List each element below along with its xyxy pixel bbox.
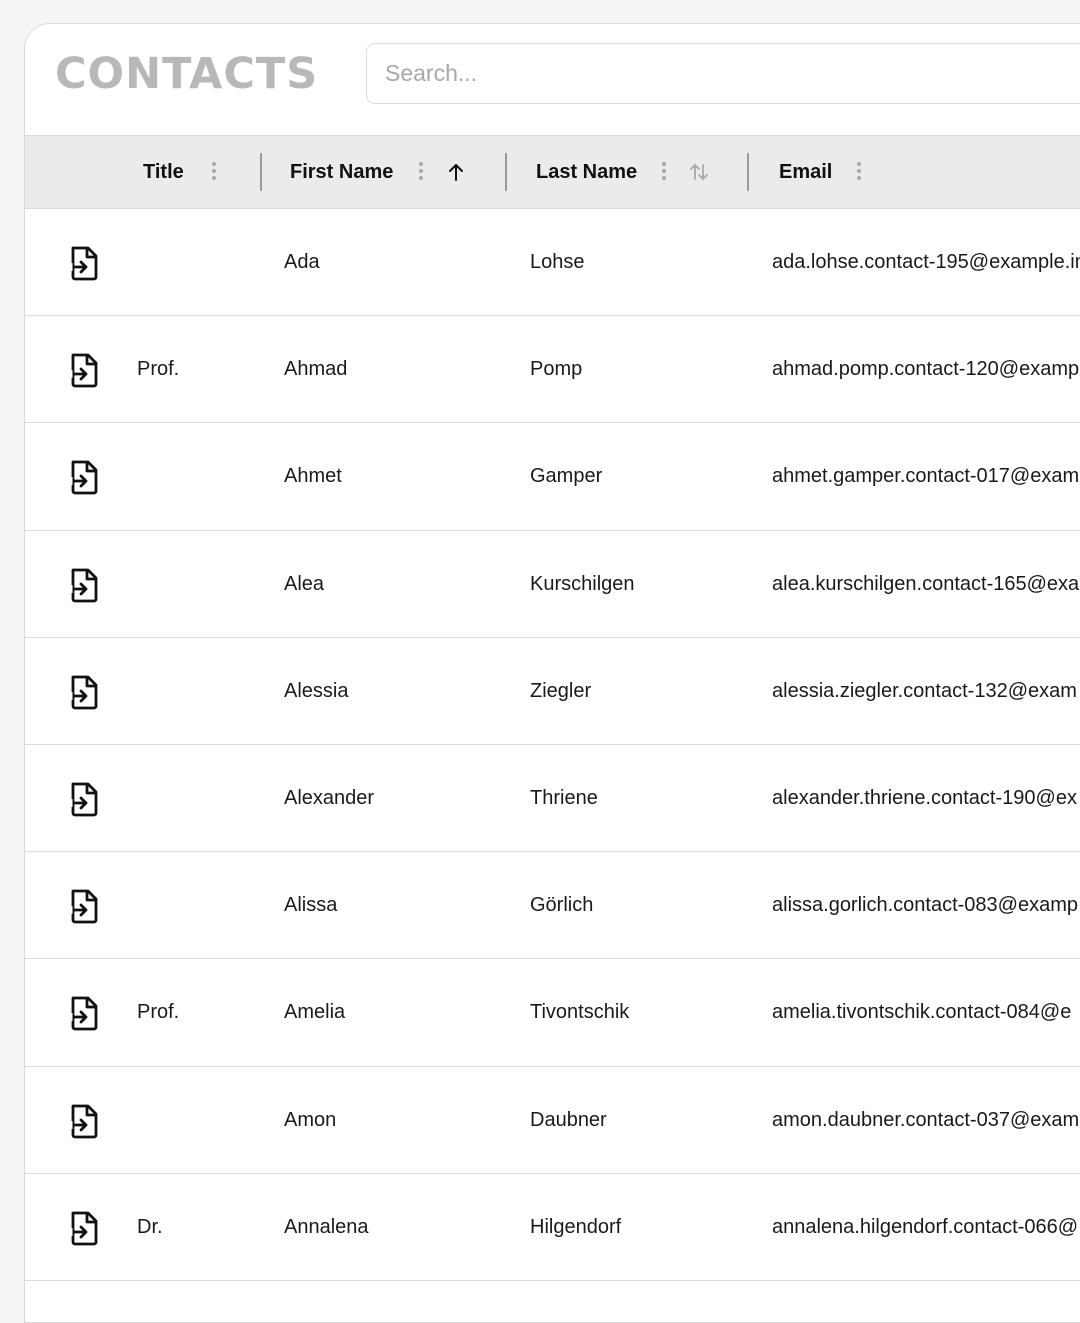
cell-title: Prof. <box>137 1001 180 1024</box>
cell-email: ahmad.pomp.contact-120@examp <box>772 358 1080 381</box>
table-row[interactable]: Prof. Amelia Tivontschik amelia.tivontsc… <box>25 959 1080 1067</box>
cell-title: Dr. <box>137 1215 163 1238</box>
file-export-icon[interactable] <box>67 352 101 388</box>
table-header: Title First Name Last Name Email <box>25 135 1080 209</box>
cell-last-name: Lohse <box>530 251 585 273</box>
column-header-last-name[interactable]: Last Name <box>536 136 637 208</box>
table-row[interactable]: Prof. Ahmad Pomp ahmad.pomp.contact-120@… <box>25 316 1080 424</box>
table-row[interactable]: Alexander Thriene alexander.thriene.cont… <box>25 744 1080 853</box>
cell-first-name: Alexander <box>284 786 375 809</box>
cell-first-name: Ada <box>284 251 320 273</box>
column-header-label: Title <box>143 160 184 183</box>
cell-first-name: Alea <box>284 572 325 595</box>
column-header-email[interactable]: Email <box>779 136 832 208</box>
column-resize-handle[interactable] <box>260 153 262 191</box>
file-export-icon[interactable] <box>67 245 101 281</box>
cell-first-name: Alessia <box>284 679 349 702</box>
column-header-label: First Name <box>290 160 394 183</box>
cell-email: amon.daubner.contact-037@exam <box>772 1108 1080 1131</box>
cell-last-name: Thriene <box>530 786 598 809</box>
file-export-icon[interactable] <box>67 888 101 924</box>
cell-title: Prof. <box>137 358 180 381</box>
table-row[interactable]: Alea Kurschilgen alea.kurschilgen.contac… <box>25 530 1080 638</box>
column-header-first-name[interactable]: First Name <box>290 136 393 208</box>
table-row[interactable]: Alissa Görlich alissa.gorlich.contact-08… <box>25 852 1080 960</box>
file-export-icon[interactable] <box>67 1210 101 1246</box>
file-export-icon[interactable] <box>67 459 101 495</box>
cell-last-name: Tivontschik <box>530 1001 630 1024</box>
cell-first-name: Ahmet <box>284 465 342 488</box>
table-row[interactable]: Ada Lohse ada.lohse.contact-195@example.… <box>25 209 1080 317</box>
table-row[interactable]: Dr. Annalena Hilgendorf annalena.hilgend… <box>25 1173 1080 1281</box>
cell-email: ada.lohse.contact-195@example.in <box>772 251 1080 273</box>
search-input[interactable] <box>366 43 1080 104</box>
cell-first-name: Ahmad <box>284 358 348 381</box>
column-resize-handle[interactable] <box>505 153 507 191</box>
cell-first-name: Amon <box>284 1108 337 1131</box>
file-export-icon[interactable] <box>67 781 101 817</box>
cell-last-name: Gamper <box>530 465 603 488</box>
sort-arrows-icon[interactable] <box>687 160 711 184</box>
cell-first-name: Amelia <box>284 1001 346 1024</box>
table-body: Ada Lohse ada.lohse.contact-195@example.… <box>25 209 1080 1281</box>
arrow-up-icon[interactable] <box>444 160 468 184</box>
file-export-icon[interactable] <box>67 567 101 603</box>
cell-email: ahmet.gamper.contact-017@exam <box>772 465 1080 488</box>
table-row[interactable]: Ahmet Gamper ahmet.gamper.contact-017@ex… <box>25 423 1080 531</box>
cell-email: alessia.ziegler.contact-132@exam <box>772 679 1077 702</box>
cell-first-name: Annalena <box>284 1215 369 1238</box>
column-resize-handle[interactable] <box>747 153 749 191</box>
cell-email: alea.kurschilgen.contact-165@exa <box>772 572 1080 595</box>
column-header-title[interactable]: Title <box>143 136 184 208</box>
cell-email: annalena.hilgendorf.contact-066@ <box>772 1215 1079 1238</box>
file-export-icon[interactable] <box>67 995 101 1031</box>
cell-email: alissa.gorlich.contact-083@examp <box>772 894 1079 917</box>
top-bar: CONTACTS <box>25 24 1080 135</box>
cell-last-name: Ziegler <box>530 679 592 702</box>
table-row[interactable]: Amon Daubner amon.daubner.contact-037@ex… <box>25 1066 1080 1174</box>
kebab-menu-icon[interactable] <box>661 162 667 182</box>
kebab-menu-icon[interactable] <box>418 162 424 182</box>
cell-last-name: Pomp <box>530 358 583 381</box>
cell-last-name: Hilgendorf <box>530 1215 622 1238</box>
cell-last-name: Görlich <box>530 894 594 917</box>
cell-last-name: Kurschilgen <box>530 572 635 595</box>
column-header-label: Email <box>779 160 833 183</box>
table-row[interactable]: Alessia Ziegler alessia.ziegler.contact-… <box>25 637 1080 745</box>
file-export-icon[interactable] <box>67 1103 101 1139</box>
cell-first-name: Alissa <box>284 894 338 917</box>
cell-last-name: Daubner <box>530 1108 607 1131</box>
page-title: CONTACTS <box>55 49 319 99</box>
kebab-menu-icon[interactable] <box>211 162 217 182</box>
column-header-label: Last Name <box>536 160 638 183</box>
contacts-panel: CONTACTS Title First Name Last Name <box>24 23 1080 1323</box>
kebab-menu-icon[interactable] <box>856 162 862 182</box>
cell-email: amelia.tivontschik.contact-084@e <box>772 1001 1072 1024</box>
cell-email: alexander.thriene.contact-190@ex <box>772 786 1077 809</box>
file-export-icon[interactable] <box>67 674 101 710</box>
